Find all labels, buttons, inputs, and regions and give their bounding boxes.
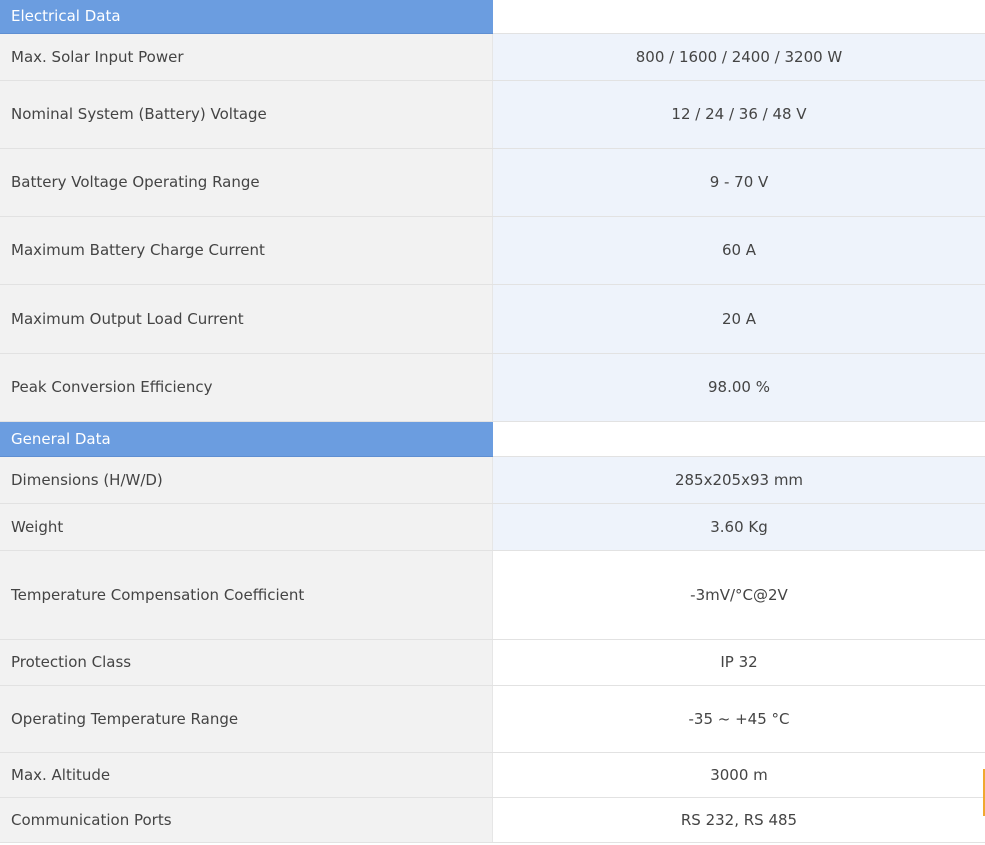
section-header-general: General Data <box>0 421 985 457</box>
spec-value: -35 ~ +45 °C <box>492 685 985 753</box>
spec-label: Nominal System (Battery) Voltage <box>0 80 493 149</box>
spec-value: RS 232, RS 485 <box>492 797 985 843</box>
spec-value: 98.00 % <box>492 353 985 422</box>
spec-value: 3.60 Kg <box>492 503 985 551</box>
spec-row: Temperature Compensation Coefficient -3m… <box>0 550 985 640</box>
spec-row: Operating Temperature Range -35 ~ +45 °C <box>0 685 985 753</box>
spec-row: Maximum Output Load Current 20 A <box>0 284 985 354</box>
spec-label: Communication Ports <box>0 797 493 843</box>
section-title: General Data <box>0 421 493 457</box>
spec-value: 3000 m <box>492 752 985 798</box>
spec-value: 800 / 1600 / 2400 / 3200 W <box>492 33 985 81</box>
spec-label: Temperature Compensation Coefficient <box>0 550 493 640</box>
specifications-table: Electrical Data Max. Solar Input Power 8… <box>0 0 985 843</box>
section-title: Electrical Data <box>0 0 493 34</box>
spec-value: 12 / 24 / 36 / 48 V <box>492 80 985 149</box>
spec-row: Communication Ports RS 232, RS 485 <box>0 797 985 843</box>
spec-row: Maximum Battery Charge Current 60 A <box>0 216 985 285</box>
spec-label: Max. Solar Input Power <box>0 33 493 81</box>
spec-value: IP 32 <box>492 639 985 686</box>
spec-label: Dimensions (H/W/D) <box>0 456 493 504</box>
spec-label: Peak Conversion Efficiency <box>0 353 493 422</box>
spec-label: Operating Temperature Range <box>0 685 493 753</box>
spec-row: Max. Altitude 3000 m <box>0 752 985 798</box>
spec-value: 9 - 70 V <box>492 148 985 217</box>
spec-label: Weight <box>0 503 493 551</box>
spec-row: Weight 3.60 Kg <box>0 503 985 551</box>
spec-value: 20 A <box>492 284 985 354</box>
spec-label: Battery Voltage Operating Range <box>0 148 493 217</box>
section-header-fill <box>492 0 985 34</box>
spec-row: Protection Class IP 32 <box>0 639 985 686</box>
section-header-electrical: Electrical Data <box>0 0 985 34</box>
spec-value: 60 A <box>492 216 985 285</box>
spec-row: Peak Conversion Efficiency 98.00 % <box>0 353 985 422</box>
spec-row: Dimensions (H/W/D) 285x205x93 mm <box>0 456 985 504</box>
spec-label: Protection Class <box>0 639 493 686</box>
spec-label: Maximum Battery Charge Current <box>0 216 493 285</box>
spec-row: Max. Solar Input Power 800 / 1600 / 2400… <box>0 33 985 81</box>
spec-label: Max. Altitude <box>0 752 493 798</box>
spec-row: Nominal System (Battery) Voltage 12 / 24… <box>0 80 985 149</box>
spec-value: -3mV/°C@2V <box>492 550 985 640</box>
spec-value: 285x205x93 mm <box>492 456 985 504</box>
spec-label: Maximum Output Load Current <box>0 284 493 354</box>
spec-row: Battery Voltage Operating Range 9 - 70 V <box>0 148 985 217</box>
section-header-fill <box>492 421 985 457</box>
